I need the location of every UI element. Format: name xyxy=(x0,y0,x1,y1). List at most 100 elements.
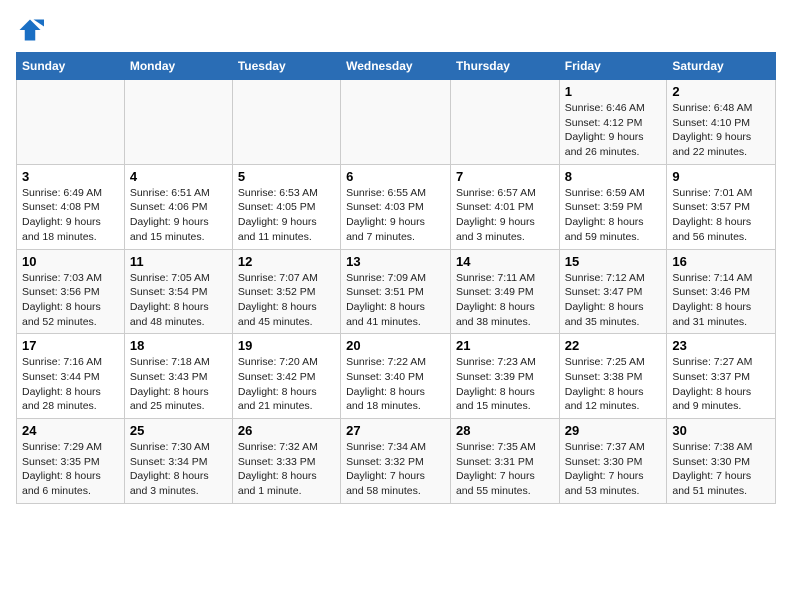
day-number: 23 xyxy=(672,338,770,353)
day-info: Sunrise: 7:38 AM Sunset: 3:30 PM Dayligh… xyxy=(672,440,770,499)
calendar-cell: 2 Sunrise: 6:48 AM Sunset: 4:10 PM Daylig… xyxy=(667,80,776,165)
day-info: Sunrise: 7:22 AM Sunset: 3:40 PM Dayligh… xyxy=(346,355,445,414)
calendar-cell: 8 Sunrise: 6:59 AM Sunset: 3:59 PM Daylig… xyxy=(559,164,667,249)
calendar-cell: 10 Sunrise: 7:03 AM Sunset: 3:56 PM Dayli… xyxy=(17,249,125,334)
col-header-friday: Friday xyxy=(559,53,667,80)
day-number: 2 xyxy=(672,84,770,99)
day-info: Sunrise: 6:59 AM Sunset: 3:59 PM Dayligh… xyxy=(565,186,662,245)
day-number: 4 xyxy=(130,169,227,184)
calendar-cell: 26Sunrise: 7:32 AM Sunset: 3:33 PM Dayli… xyxy=(232,419,340,504)
calendar-cell: 21 Sunrise: 7:23 AM Sunset: 3:39 PM Dayli… xyxy=(450,334,559,419)
day-number: 25 xyxy=(130,423,227,438)
day-number: 29 xyxy=(565,423,662,438)
day-info: Sunrise: 7:30 AM Sunset: 3:34 PM Dayligh… xyxy=(130,440,227,499)
calendar-cell: 9 Sunrise: 7:01 AM Sunset: 3:57 PM Daylig… xyxy=(667,164,776,249)
day-info: Sunrise: 6:57 AM Sunset: 4:01 PM Dayligh… xyxy=(456,186,554,245)
calendar-cell xyxy=(341,80,451,165)
day-info: Sunrise: 7:23 AM Sunset: 3:39 PM Dayligh… xyxy=(456,355,554,414)
calendar-cell: 11 Sunrise: 7:05 AM Sunset: 3:54 PM Dayli… xyxy=(124,249,232,334)
day-number: 30 xyxy=(672,423,770,438)
day-number: 28 xyxy=(456,423,554,438)
calendar-cell: 7 Sunrise: 6:57 AM Sunset: 4:01 PM Daylig… xyxy=(450,164,559,249)
day-info: Sunrise: 7:12 AM Sunset: 3:47 PM Dayligh… xyxy=(565,271,662,330)
day-info: Sunrise: 7:18 AM Sunset: 3:43 PM Dayligh… xyxy=(130,355,227,414)
day-info: Sunrise: 6:53 AM Sunset: 4:05 PM Dayligh… xyxy=(238,186,335,245)
day-number: 27 xyxy=(346,423,445,438)
calendar-cell xyxy=(17,80,125,165)
calendar-cell: 6 Sunrise: 6:55 AM Sunset: 4:03 PM Daylig… xyxy=(341,164,451,249)
day-number: 19 xyxy=(238,338,335,353)
day-number: 8 xyxy=(565,169,662,184)
day-info: Sunrise: 6:48 AM Sunset: 4:10 PM Dayligh… xyxy=(672,101,770,160)
calendar-cell: 1 Sunrise: 6:46 AM Sunset: 4:12 PM Daylig… xyxy=(559,80,667,165)
calendar-cell: 28 Sunrise: 7:35 AM Sunset: 3:31 PM Dayli… xyxy=(450,419,559,504)
calendar-week-row: 17 Sunrise: 7:16 AM Sunset: 3:44 PM Dayli… xyxy=(17,334,776,419)
day-number: 12 xyxy=(238,254,335,269)
col-header-wednesday: Wednesday xyxy=(341,53,451,80)
day-info: Sunrise: 7:20 AM Sunset: 3:42 PM Dayligh… xyxy=(238,355,335,414)
calendar-cell: 19 Sunrise: 7:20 AM Sunset: 3:42 PM Dayli… xyxy=(232,334,340,419)
day-info: Sunrise: 7:27 AM Sunset: 3:37 PM Dayligh… xyxy=(672,355,770,414)
calendar-cell: 24Sunrise: 7:29 AM Sunset: 3:35 PM Dayli… xyxy=(17,419,125,504)
calendar-cell: 27 Sunrise: 7:34 AM Sunset: 3:32 PM Dayli… xyxy=(341,419,451,504)
calendar-cell: 25 Sunrise: 7:30 AM Sunset: 3:34 PM Dayli… xyxy=(124,419,232,504)
day-number: 1 xyxy=(565,84,662,99)
calendar-cell xyxy=(450,80,559,165)
calendar-week-row: 24Sunrise: 7:29 AM Sunset: 3:35 PM Dayli… xyxy=(17,419,776,504)
col-header-tuesday: Tuesday xyxy=(232,53,340,80)
calendar-cell: 13 Sunrise: 7:09 AM Sunset: 3:51 PM Dayli… xyxy=(341,249,451,334)
calendar-cell: 4 Sunrise: 6:51 AM Sunset: 4:06 PM Daylig… xyxy=(124,164,232,249)
calendar-cell xyxy=(124,80,232,165)
day-info: Sunrise: 6:51 AM Sunset: 4:06 PM Dayligh… xyxy=(130,186,227,245)
day-info: Sunrise: 7:07 AM Sunset: 3:52 PM Dayligh… xyxy=(238,271,335,330)
calendar-header-row: SundayMondayTuesdayWednesdayThursdayFrid… xyxy=(17,53,776,80)
logo-icon xyxy=(16,16,44,44)
col-header-monday: Monday xyxy=(124,53,232,80)
day-number: 7 xyxy=(456,169,554,184)
day-info: Sunrise: 7:35 AM Sunset: 3:31 PM Dayligh… xyxy=(456,440,554,499)
calendar-cell: 30 Sunrise: 7:38 AM Sunset: 3:30 PM Dayli… xyxy=(667,419,776,504)
calendar-week-row: 10 Sunrise: 7:03 AM Sunset: 3:56 PM Dayli… xyxy=(17,249,776,334)
calendar-week-row: 3Sunrise: 6:49 AM Sunset: 4:08 PM Daylig… xyxy=(17,164,776,249)
day-info: Sunrise: 7:03 AM Sunset: 3:56 PM Dayligh… xyxy=(22,271,119,330)
day-number: 16 xyxy=(672,254,770,269)
calendar-cell: 20 Sunrise: 7:22 AM Sunset: 3:40 PM Dayli… xyxy=(341,334,451,419)
calendar-cell: 12 Sunrise: 7:07 AM Sunset: 3:52 PM Dayli… xyxy=(232,249,340,334)
day-number: 14 xyxy=(456,254,554,269)
calendar-cell: 17 Sunrise: 7:16 AM Sunset: 3:44 PM Dayli… xyxy=(17,334,125,419)
day-info: Sunrise: 6:55 AM Sunset: 4:03 PM Dayligh… xyxy=(346,186,445,245)
day-number: 3 xyxy=(22,169,119,184)
day-info: Sunrise: 6:46 AM Sunset: 4:12 PM Dayligh… xyxy=(565,101,662,160)
day-info: Sunrise: 7:37 AM Sunset: 3:30 PM Dayligh… xyxy=(565,440,662,499)
day-number: 10 xyxy=(22,254,119,269)
day-info: Sunrise: 7:01 AM Sunset: 3:57 PM Dayligh… xyxy=(672,186,770,245)
day-info: Sunrise: 7:09 AM Sunset: 3:51 PM Dayligh… xyxy=(346,271,445,330)
day-number: 5 xyxy=(238,169,335,184)
calendar-cell: 16 Sunrise: 7:14 AM Sunset: 3:46 PM Dayli… xyxy=(667,249,776,334)
logo xyxy=(16,16,48,44)
day-number: 20 xyxy=(346,338,445,353)
page-header xyxy=(16,16,776,44)
day-info: Sunrise: 7:16 AM Sunset: 3:44 PM Dayligh… xyxy=(22,355,119,414)
day-number: 24 xyxy=(22,423,119,438)
day-number: 21 xyxy=(456,338,554,353)
calendar-week-row: 1 Sunrise: 6:46 AM Sunset: 4:12 PM Daylig… xyxy=(17,80,776,165)
day-number: 17 xyxy=(22,338,119,353)
day-number: 13 xyxy=(346,254,445,269)
day-number: 6 xyxy=(346,169,445,184)
day-info: Sunrise: 7:25 AM Sunset: 3:38 PM Dayligh… xyxy=(565,355,662,414)
calendar-cell: 18 Sunrise: 7:18 AM Sunset: 3:43 PM Dayli… xyxy=(124,334,232,419)
day-number: 22 xyxy=(565,338,662,353)
calendar-cell: 3Sunrise: 6:49 AM Sunset: 4:08 PM Daylig… xyxy=(17,164,125,249)
day-number: 18 xyxy=(130,338,227,353)
calendar-table: SundayMondayTuesdayWednesdayThursdayFrid… xyxy=(16,52,776,504)
day-number: 11 xyxy=(130,254,227,269)
calendar-cell: 15Sunrise: 7:12 AM Sunset: 3:47 PM Dayli… xyxy=(559,249,667,334)
calendar-cell: 14Sunrise: 7:11 AM Sunset: 3:49 PM Dayli… xyxy=(450,249,559,334)
col-header-thursday: Thursday xyxy=(450,53,559,80)
calendar-cell: 23 Sunrise: 7:27 AM Sunset: 3:37 PM Dayli… xyxy=(667,334,776,419)
day-info: Sunrise: 7:14 AM Sunset: 3:46 PM Dayligh… xyxy=(672,271,770,330)
day-info: Sunrise: 7:05 AM Sunset: 3:54 PM Dayligh… xyxy=(130,271,227,330)
day-number: 9 xyxy=(672,169,770,184)
day-info: Sunrise: 7:34 AM Sunset: 3:32 PM Dayligh… xyxy=(346,440,445,499)
